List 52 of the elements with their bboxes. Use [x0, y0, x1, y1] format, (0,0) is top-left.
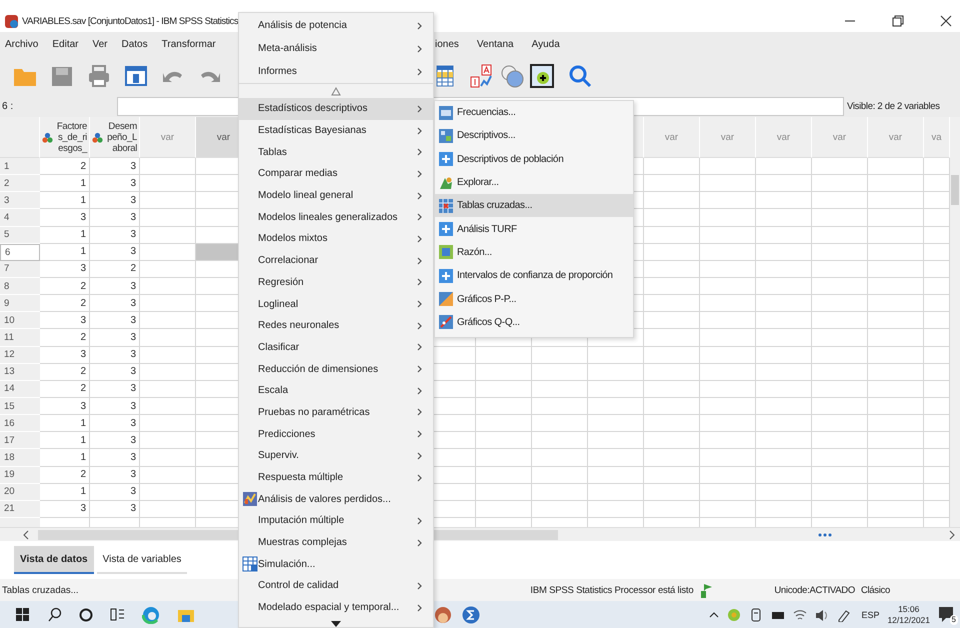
table-cell: 1 [40, 175, 90, 192]
table-cell: 1 [40, 432, 90, 450]
cell-reference: 6 : [1, 100, 14, 112]
table-cell: 3 [90, 415, 140, 432]
table-cell: 3 [90, 278, 140, 296]
table-cell: 2 [40, 466, 90, 484]
status-message: Tablas cruzadas... [1, 584, 79, 596]
table-cell: 3 [40, 312, 90, 330]
table-cell: 1 [40, 449, 90, 467]
table-cell: 2 [40, 364, 90, 381]
table-cell: 3 [90, 449, 140, 467]
table-cell: 2 [40, 278, 90, 296]
table-cell: 2 [40, 158, 90, 176]
processor-status: IBM SPSS Statistics Processor está listo [530, 584, 694, 596]
table-cell: 3 [40, 398, 90, 416]
table-cell: 3 [90, 175, 140, 192]
table-cell: 3 [90, 398, 140, 416]
table-cell: 3 [90, 295, 140, 312]
table-cell: 3 [40, 260, 90, 278]
table-cell: 2 [40, 380, 90, 398]
table-cell: 1 [40, 484, 90, 501]
table-cell: 1 [40, 192, 90, 210]
table-cell: 3 [90, 466, 140, 484]
mode-status: Clásico [860, 584, 890, 596]
table-cell: 1 [40, 415, 90, 432]
table-cell: 2 [40, 329, 90, 347]
column-name: Desempeño_Laboral [106, 120, 137, 154]
table-cell: 3 [40, 500, 90, 518]
encoding-status: Unicode:ACTIVADO [774, 584, 855, 596]
table-cell: 3 [90, 192, 140, 210]
table-cell: 1 [40, 226, 90, 244]
notification-badge: 5 [950, 614, 958, 624]
table-cell: 3 [90, 432, 140, 450]
table-cell: 3 [90, 500, 140, 518]
table-cell: 3 [90, 226, 140, 244]
table-cell: 3 [40, 346, 90, 364]
column-name: Factores_de_riesgos_ [56, 120, 87, 154]
table-cell: 3 [90, 346, 140, 364]
table-cell: 3 [90, 329, 140, 347]
table-cell: 2 [40, 295, 90, 312]
table-cell: 3 [40, 209, 90, 227]
table-cell: 1 [40, 244, 90, 261]
table-cell: 3 [90, 158, 140, 176]
table-cell: 2 [90, 260, 140, 278]
table-cell: 3 [90, 312, 140, 330]
table-cell: 3 [90, 209, 140, 227]
table-cell: 3 [90, 380, 140, 398]
table-cell: 3 [90, 364, 140, 381]
table-cell: 3 [90, 484, 140, 501]
visible-count: Visible: 2 de 2 variables [847, 100, 940, 112]
table-cell: 3 [90, 244, 140, 261]
window-title: VARIABLES.sav [ConjuntoDatos1] - IBM SPSS Statistics [22, 16, 238, 26]
